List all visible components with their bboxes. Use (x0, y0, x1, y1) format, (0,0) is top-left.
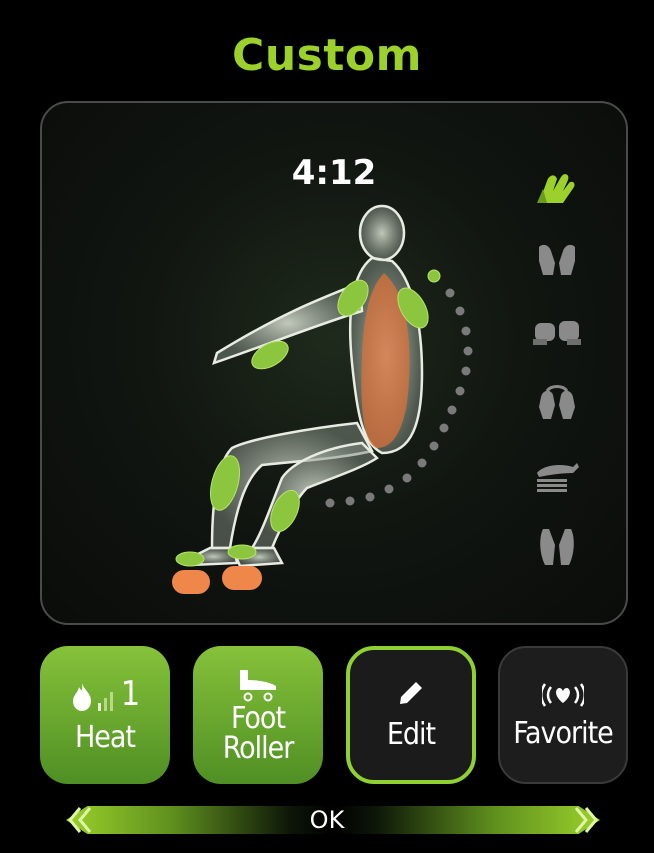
pencil-icon (400, 682, 422, 704)
foot-rollers (172, 566, 262, 594)
knocking-mode-button[interactable] (530, 518, 584, 576)
foot-roller-label-line2: Roller (222, 731, 295, 766)
rolling-hand-icon (537, 463, 579, 492)
function-button-row: 1 Heat Foot Roller Edit Favorite (40, 646, 630, 786)
massage-screen: Custom 4:12 1 Heat Foot Roller Edit Favo… (0, 0, 654, 853)
heat-button[interactable]: 1 Heat (40, 646, 170, 784)
tapping-hands-icon (539, 244, 575, 275)
ok-label: OK (309, 806, 345, 834)
knocking-hands-icon (540, 529, 574, 565)
favorite-button[interactable]: Favorite (498, 646, 628, 784)
page-title: Custom (232, 30, 422, 81)
edit-label: Edit (386, 717, 436, 752)
massage-mode-list (530, 158, 584, 590)
kneading-mode-button[interactable] (530, 158, 584, 216)
foot-roller-button[interactable]: Foot Roller (193, 646, 323, 784)
clapping-mode-button[interactable] (530, 302, 584, 360)
favorite-heart-icon (542, 683, 584, 707)
signal-bars-icon (97, 692, 113, 711)
foot-roller-label-line1: Foot (230, 701, 286, 736)
edit-button[interactable]: Edit (346, 646, 476, 784)
heat-level: 1 (120, 674, 140, 714)
clapping-fists-icon (533, 321, 581, 345)
rolling-mode-button[interactable] (530, 446, 584, 504)
flame-icon (72, 683, 91, 711)
tapping-mode-button[interactable] (530, 230, 584, 288)
favorite-label: Favorite (513, 716, 614, 751)
body-display-panel: 4:12 (40, 101, 628, 625)
kneading-hands-icon (537, 174, 575, 203)
body-figure (172, 204, 473, 594)
heat-label: Heat (74, 720, 136, 755)
heat-indicator: 1 (71, 674, 140, 714)
shiatsu-hands-icon (539, 385, 575, 419)
shiatsu-mode-button[interactable] (530, 374, 584, 432)
foot-roller-icon (240, 670, 276, 702)
